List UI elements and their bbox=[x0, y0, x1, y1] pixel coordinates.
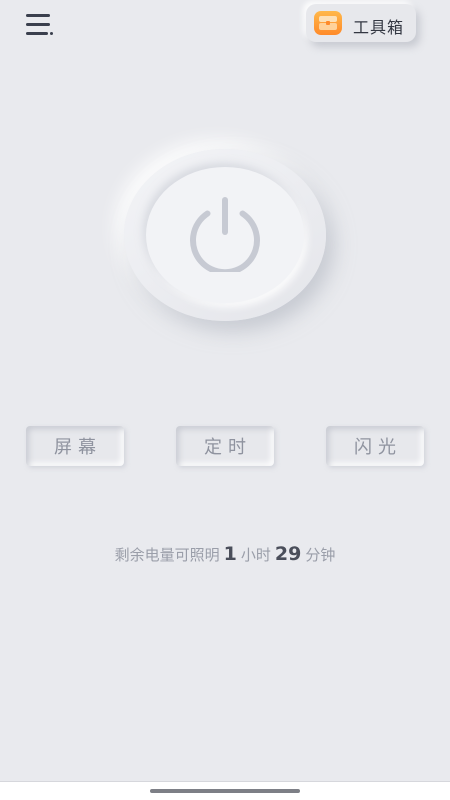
mode-label: 定时 bbox=[204, 437, 252, 458]
toolbox-icon bbox=[314, 11, 342, 35]
menu-icon-bar bbox=[26, 32, 48, 35]
mode-label: 屏幕 bbox=[54, 437, 102, 458]
remaining-hours: 1 bbox=[223, 543, 237, 565]
mode-button-flash[interactable]: 闪光 bbox=[326, 426, 424, 466]
remaining-minutes-unit: 分钟 bbox=[305, 546, 336, 564]
toolbox-button[interactable]: 工具箱 bbox=[306, 4, 416, 42]
menu-icon-dot bbox=[50, 32, 53, 35]
menu-button[interactable] bbox=[26, 14, 54, 36]
remaining-minutes: 29 bbox=[274, 543, 302, 565]
mode-label: 闪光 bbox=[354, 437, 402, 458]
menu-icon-bar bbox=[26, 23, 50, 26]
power-icon bbox=[190, 197, 260, 272]
mode-button-screen[interactable]: 屏幕 bbox=[26, 426, 124, 466]
remaining-time-text: 剩余电量可照明 1 小时 29 分钟 bbox=[0, 543, 450, 565]
toolbox-label: 工具箱 bbox=[353, 18, 405, 37]
remaining-hours-unit: 小时 bbox=[240, 546, 271, 564]
menu-icon-bar bbox=[26, 14, 50, 17]
mode-button-timer[interactable]: 定时 bbox=[176, 426, 274, 466]
remaining-prefix: 剩余电量可照明 bbox=[114, 546, 220, 564]
home-indicator[interactable] bbox=[150, 789, 300, 793]
